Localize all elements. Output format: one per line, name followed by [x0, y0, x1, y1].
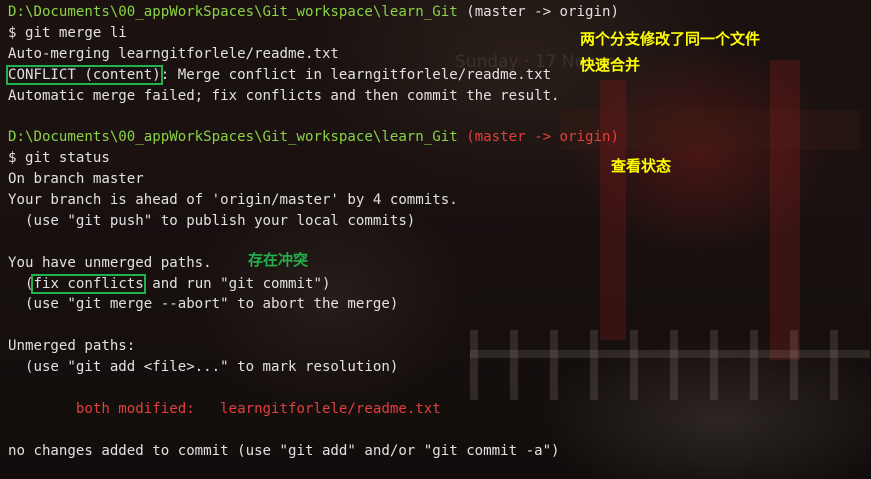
terminal-text: D:\Documents\00_appWorkSpaces\Git_worksp… — [8, 129, 458, 146]
annotation-fast-merge: 快速合并 — [580, 56, 641, 74]
background-pillar-right — [770, 60, 800, 360]
terminal-text: $ git status — [8, 150, 110, 167]
terminal-line: no changes added to commit (use "git add… — [8, 441, 619, 462]
terminal-text: Auto-merging learngitforlele/readme.txt — [8, 45, 339, 62]
highlighted-text: CONFLICT (content) — [6, 64, 163, 85]
terminal-line: Automatic merge failed; fix conflicts an… — [8, 86, 619, 107]
terminal-text: D:\Documents\00_appWorkSpaces\Git_worksp… — [8, 4, 458, 20]
terminal-line: $ git status — [8, 148, 619, 169]
terminal-line: (use "git merge --abort" to abort the me… — [8, 294, 619, 315]
terminal-text: You have unmerged paths. — [8, 254, 212, 271]
terminal-line: Unmerged paths: — [8, 336, 619, 357]
terminal-line: both modified: learngitforlele/readme.tx… — [8, 399, 619, 420]
terminal-text: (master -> origin) — [457, 129, 619, 146]
terminal-line: On branch master — [8, 169, 619, 190]
terminal-text: (use "git add <file>..." to mark resolut… — [8, 359, 399, 376]
terminal-text: Your branch is ahead of 'origin/master' … — [8, 192, 458, 209]
terminal-output[interactable]: D:\Documents\00_appWorkSpaces\Git_worksp… — [6, 2, 619, 462]
terminal-text: Unmerged paths: — [8, 338, 136, 355]
terminal-line: (fix conflicts and run "git commit") — [8, 273, 619, 295]
terminal-line: D:\Documents\00_appWorkSpaces\Git_worksp… — [8, 2, 619, 23]
terminal-line: (use "git add <file>..." to mark resolut… — [8, 357, 619, 378]
terminal-text: Automatic merge failed; fix conflicts an… — [8, 87, 560, 104]
annotation-view-status: 查看状态 — [611, 157, 672, 175]
terminal-text: (use "git push" to publish your local co… — [8, 212, 416, 229]
annotation-branch-conflict: 两个分支修改了同一个文件 — [580, 30, 761, 48]
terminal-text: : Merge conflict in learngitforlele/read… — [160, 66, 552, 83]
terminal-line: Auto-merging learngitforlele/readme.txt — [8, 44, 619, 65]
terminal-text: (use "git merge --abort" to abort the me… — [8, 296, 399, 313]
terminal-text: and run "git commit") — [143, 275, 331, 292]
terminal-line: You have unmerged paths. — [8, 253, 619, 274]
terminal-line: Your branch is ahead of 'origin/master' … — [8, 190, 619, 211]
terminal-text: both modified: learngitforlele/readme.tx… — [8, 400, 441, 417]
terminal-line: D:\Documents\00_appWorkSpaces\Git_worksp… — [8, 127, 619, 148]
terminal-text: On branch master — [8, 171, 144, 188]
terminal-line: CONFLICT (content): Merge conflict in le… — [6, 64, 619, 86]
terminal-line: (use "git push" to publish your local co… — [8, 211, 619, 232]
annotation-has-conflict: 存在冲突 — [248, 251, 309, 269]
terminal-text: (master -> origin) — [457, 4, 619, 20]
terminal-line: $ git merge li — [8, 23, 619, 44]
highlighted-text: fix conflicts — [31, 273, 146, 294]
terminal-text: ( — [8, 275, 34, 292]
terminal-text: $ git merge li — [8, 24, 127, 41]
terminal-text: no changes added to commit (use "git add… — [8, 442, 560, 459]
